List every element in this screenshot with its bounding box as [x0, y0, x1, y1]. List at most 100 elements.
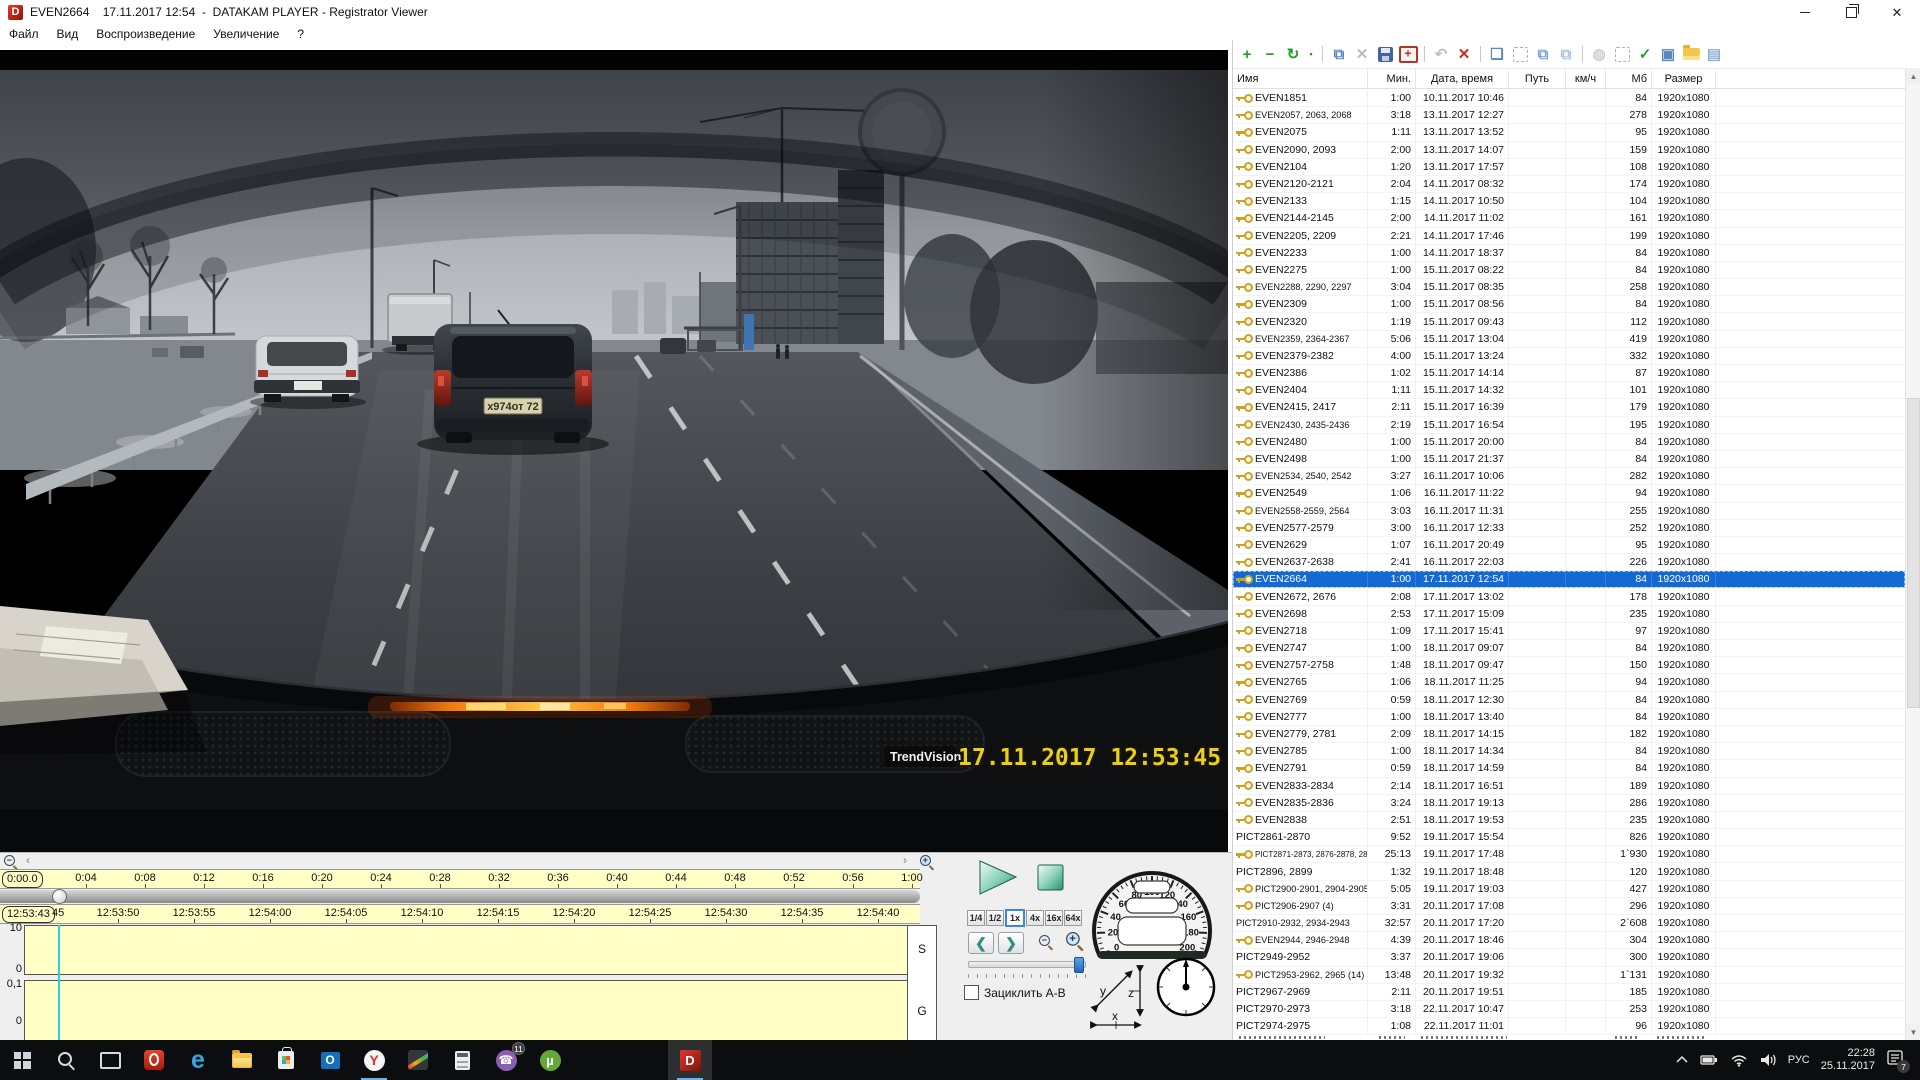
file-row[interactable]: EVEN2379-23824:0015.11.2017 13:243321920…	[1233, 348, 1905, 365]
file-row[interactable]: EVEN2090, 20932:0013.11.2017 14:07159192…	[1233, 142, 1905, 159]
file-row[interactable]: EVEN24981:0015.11.2017 21:37841920x1080	[1233, 451, 1905, 468]
menu-item-Файл[interactable]: Файл	[0, 25, 48, 43]
column-header-Размер[interactable]: Размер	[1652, 69, 1716, 88]
edge-icon[interactable]: e	[176, 1040, 220, 1080]
scroll-down-icon[interactable]: ▼	[1906, 1024, 1920, 1040]
speed-button-1/2[interactable]: 1/2	[986, 910, 1004, 926]
file-row[interactable]: EVEN23091:0015.11.2017 08:56841920x1080	[1233, 296, 1905, 313]
restore-button[interactable]	[1828, 0, 1874, 24]
file-row[interactable]: PICT2953-2962, 2965 (14)13:4820.11.2017 …	[1233, 967, 1905, 984]
speed-button-1x[interactable]: 1x	[1005, 909, 1025, 927]
file-row[interactable]: EVEN24041:1115.11.2017 14:321011920x1080	[1233, 382, 1905, 399]
cut-disabled-icon[interactable]: ✕	[1352, 44, 1372, 64]
file-row[interactable]: EVEN2120-21212:0414.11.2017 08:321741920…	[1233, 176, 1905, 193]
column-header-Мин.[interactable]: Мин.	[1368, 69, 1416, 88]
refresh-list-icon[interactable]: ↻	[1283, 44, 1303, 64]
column-header-Дата, время[interactable]: Дата, время	[1416, 69, 1509, 88]
file-row[interactable]: PICT2970-29733:1822.11.2017 10:472531920…	[1233, 1001, 1905, 1018]
delete-icon[interactable]: ✕	[1454, 44, 1474, 64]
speed-button-4x[interactable]: 4x	[1026, 910, 1044, 926]
notification-center-icon[interactable]: 7	[1886, 1048, 1908, 1072]
column-header-Мб[interactable]: Мб	[1606, 69, 1652, 88]
store-icon[interactable]	[264, 1040, 308, 1080]
snapshot-icon[interactable]: ▣	[1658, 44, 1678, 64]
step-forward-button[interactable]: ❯	[998, 932, 1024, 954]
scroll-up-icon[interactable]: ▲	[1906, 68, 1920, 84]
empty-slot-icon[interactable]	[1510, 44, 1530, 64]
step-back-button[interactable]: ❮	[968, 932, 994, 954]
timeline-scroll-right-icon[interactable]: ›	[903, 853, 907, 867]
outlook-icon[interactable]: O	[308, 1040, 352, 1080]
file-row[interactable]: EVEN27851:0018.11.2017 14:34841920x1080	[1233, 743, 1905, 760]
file-row[interactable]: EVEN2205, 22092:2114.11.2017 17:46199192…	[1233, 228, 1905, 245]
file-row[interactable]: EVEN28382:5118.11.2017 19:532351920x1080	[1233, 812, 1905, 829]
timeline-zoom-in-icon[interactable]: +	[920, 855, 935, 870]
file-row[interactable]: EVEN2637-26382:4116.11.2017 22:032261920…	[1233, 554, 1905, 571]
yandex-browser-icon[interactable]: Y	[352, 1040, 396, 1080]
file-row[interactable]: PICT2910-2932, 2934-294332:5720.11.2017 …	[1233, 915, 1905, 932]
refresh-options-icon[interactable]: ▪	[1306, 44, 1316, 64]
timeline-scroll-left-icon[interactable]: ‹	[26, 853, 30, 867]
file-row[interactable]: EVEN26641:0017.11.2017 12:54841920x1080	[1233, 571, 1905, 588]
timeline-slider-handle[interactable]	[52, 889, 67, 904]
file-row[interactable]: EVEN2835-28363:2418.11.2017 19:132861920…	[1233, 795, 1905, 812]
menu-item-Увеличение[interactable]: Увеличение	[204, 25, 288, 43]
file-row[interactable]: EVEN23861:0215.11.2017 14:14871920x1080	[1233, 365, 1905, 382]
tile-windows-icon[interactable]: ⧉	[1556, 44, 1576, 64]
file-row[interactable]: EVEN27471:0018.11.2017 09:07841920x1080	[1233, 640, 1905, 657]
repair-icon[interactable]	[1398, 44, 1418, 64]
file-row[interactable]: PICT2906-2907 (4)3:3120.11.2017 17:08296…	[1233, 898, 1905, 915]
file-row[interactable]: EVEN2144-21452:0014.11.2017 11:021611920…	[1233, 210, 1905, 227]
table-scrollbar[interactable]: ▲ ▼	[1905, 68, 1920, 1040]
file-row[interactable]: EVEN2672, 26762:0817.11.2017 13:02178192…	[1233, 588, 1905, 605]
menu-item-Воспроизведение[interactable]: Воспроизведение	[87, 25, 204, 43]
file-row[interactable]: EVEN2833-28342:1418.11.2017 16:511891920…	[1233, 778, 1905, 795]
volume-icon[interactable]	[1759, 1053, 1777, 1067]
file-row[interactable]: EVEN2757-27581:4818.11.2017 09:471501920…	[1233, 657, 1905, 674]
file-row[interactable]: PICT2949-29523:3720.11.2017 19:063001920…	[1233, 949, 1905, 966]
file-row[interactable]: EVEN2577-25793:0016.11.2017 12:332521920…	[1233, 520, 1905, 537]
task-view-button[interactable]	[88, 1040, 132, 1080]
file-row[interactable]: EVEN2415, 24172:1115.11.2017 16:39179192…	[1233, 399, 1905, 416]
file-row[interactable]: PICT2871-2873, 2876-2878, 2881..25:1319.…	[1233, 846, 1905, 863]
utorrent-icon[interactable]: µ	[528, 1040, 572, 1080]
file-row[interactable]: EVEN2359, 2364-23675:0615.11.2017 13:044…	[1233, 331, 1905, 348]
file-row[interactable]: EVEN27910:5918.11.2017 14:59841920x1080	[1233, 760, 1905, 777]
file-row[interactable]: EVEN2558-2559, 25643:0316.11.2017 11:312…	[1233, 503, 1905, 520]
speed-button-64x[interactable]: 64x	[1064, 910, 1082, 926]
start-button[interactable]	[0, 1040, 44, 1080]
minimize-button[interactable]	[1782, 0, 1828, 24]
clock-ruler[interactable]: 12:53:43 45 12:53:5012:53:5512:54:0012:5…	[0, 904, 920, 924]
menu-item-?[interactable]: ?	[288, 25, 313, 43]
file-row[interactable]: EVEN22751:0015.11.2017 08:22841920x1080	[1233, 262, 1905, 279]
file-row[interactable]: EVEN24801:0015.11.2017 20:00841920x1080	[1233, 434, 1905, 451]
video-zoom-out-icon[interactable]: −	[1039, 935, 1054, 950]
timeline-zoom-out-icon[interactable]: −	[4, 855, 19, 870]
tray-clock[interactable]: 22:28 25.11.2017	[1821, 1047, 1875, 1073]
file-row[interactable]: EVEN2534, 2540, 25423:2716.11.2017 10:06…	[1233, 468, 1905, 485]
speed-button-1/4[interactable]: 1/4	[967, 910, 985, 926]
file-row[interactable]: PICT2900-2901, 2904-29055:0519.11.2017 1…	[1233, 881, 1905, 898]
playhead[interactable]	[58, 925, 60, 1041]
file-row[interactable]: EVEN23201:1915.11.2017 09:431121920x1080	[1233, 313, 1905, 330]
language-indicator[interactable]: РУС	[1788, 1054, 1810, 1066]
undo-disabled-icon[interactable]: ↶	[1431, 44, 1451, 64]
sphere-disabled-icon[interactable]: ◍	[1589, 44, 1609, 64]
speed-graph[interactable]	[24, 925, 908, 975]
viber-icon[interactable]: ☎11	[484, 1040, 528, 1080]
save-icon[interactable]	[1375, 44, 1395, 64]
file-row[interactable]: EVEN26982:5317.11.2017 15:092351920x1080	[1233, 606, 1905, 623]
opera-icon[interactable]	[132, 1040, 176, 1080]
file-row[interactable]: EVEN27181:0917.11.2017 15:41971920x1080	[1233, 623, 1905, 640]
file-row[interactable]: EVEN25491:0616.11.2017 11:22941920x1080	[1233, 485, 1905, 502]
file-row[interactable]: EVEN27651:0618.11.2017 11:25941920x1080	[1233, 674, 1905, 691]
file-row[interactable]: EVEN20751:1113.11.2017 13:52951920x1080	[1233, 124, 1905, 141]
loop-ab-checkbox[interactable]	[964, 985, 979, 1000]
file-row[interactable]: EVEN22331:0014.11.2017 18:37841920x1080	[1233, 245, 1905, 262]
tray-expand-icon[interactable]	[1675, 1055, 1689, 1065]
scrollbar-thumb[interactable]	[1907, 398, 1920, 708]
calculator-icon[interactable]	[440, 1040, 484, 1080]
file-row[interactable]: EVEN18511:0010.11.2017 10:46841920x1080	[1233, 90, 1905, 107]
file-row[interactable]: EVEN21331:1514.11.2017 10:501041920x1080	[1233, 193, 1905, 210]
copy-icon[interactable]: ⧉	[1329, 44, 1349, 64]
